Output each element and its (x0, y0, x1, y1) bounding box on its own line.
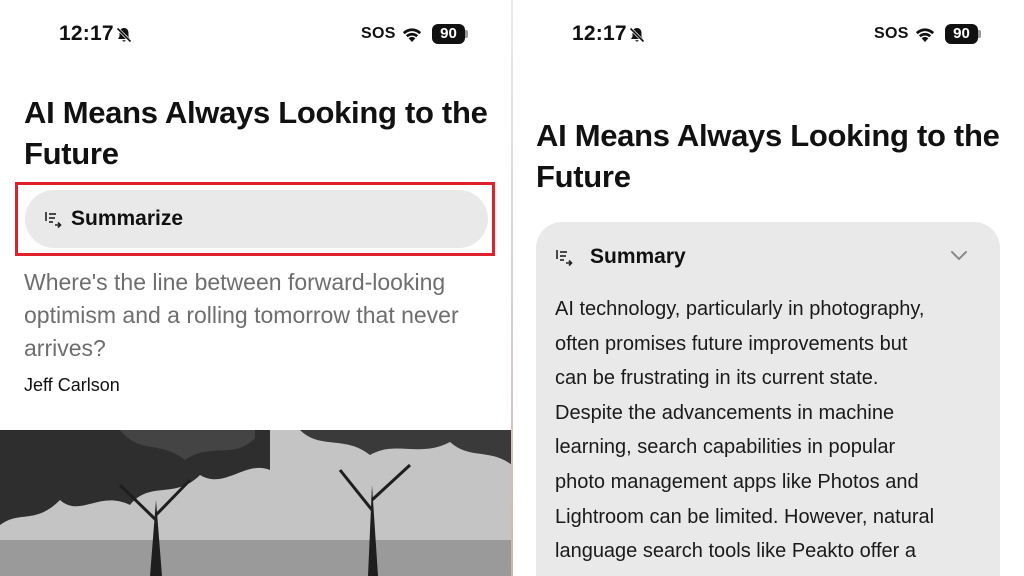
article-title: AI Means Always Looking to the Future (536, 118, 1000, 194)
summary-lines-icon (45, 212, 62, 229)
summarize-button[interactable]: Summarize (25, 190, 488, 248)
article-author[interactable]: Jeff Carlson (24, 375, 120, 396)
summary-line: often promises future improvements but (555, 332, 908, 355)
bell-slash-icon (116, 27, 132, 43)
article-dek: Where's the line between forward-looking… (24, 269, 459, 361)
battery-level: 90 (432, 24, 465, 44)
status-bar: 12:17 SOS 90 (0, 22, 511, 50)
summary-header[interactable]: Summary (554, 244, 686, 270)
wifi-icon (915, 28, 935, 42)
status-time: 12:17 (59, 22, 114, 45)
summary-line: can be frustrating in its current state. (555, 367, 879, 390)
status-carrier: SOS (874, 25, 909, 42)
summary-line: photo management apps like Photos and (555, 470, 919, 493)
summary-body: AI technology, particularly in photograp… (555, 292, 975, 569)
summarize-label: Summarize (71, 207, 184, 230)
status-carrier: SOS (361, 25, 396, 42)
summary-lines-icon (556, 250, 573, 267)
battery-level: 90 (945, 24, 978, 44)
summary-line: Lightroom can be limited. However, natur… (555, 505, 935, 528)
comparison-stage: 12:17 SOS 90 AI Means Always Looking to … (0, 0, 1024, 576)
article-title: AI Means Always Looking to the Future (24, 95, 488, 171)
summary-card: Summary AI technology, particularly in p… (536, 222, 1000, 576)
summary-heading: Summary (590, 245, 686, 268)
battery-icon: 90 (432, 24, 468, 44)
bell-slash-icon (629, 27, 645, 43)
summary-line: Despite the advancements in machine (555, 401, 895, 424)
summary-line: language search tools like Peakto offer … (555, 540, 916, 563)
summary-line: learning, search capabilities in popular (555, 436, 896, 459)
wifi-icon (402, 28, 422, 42)
battery-icon: 90 (945, 24, 981, 44)
status-time: 12:17 (572, 22, 627, 45)
status-bar: 12:17 SOS 90 (513, 22, 1024, 50)
article-hero-image (0, 430, 511, 576)
left-phone-screen: 12:17 SOS 90 AI Means Always Looking to … (0, 0, 512, 576)
right-phone-screen: 12:17 SOS 90 AI Means Always Looking to … (513, 0, 1024, 576)
summary-line: AI technology, particularly in photograp… (555, 298, 925, 320)
chevron-down-icon[interactable] (950, 250, 968, 262)
